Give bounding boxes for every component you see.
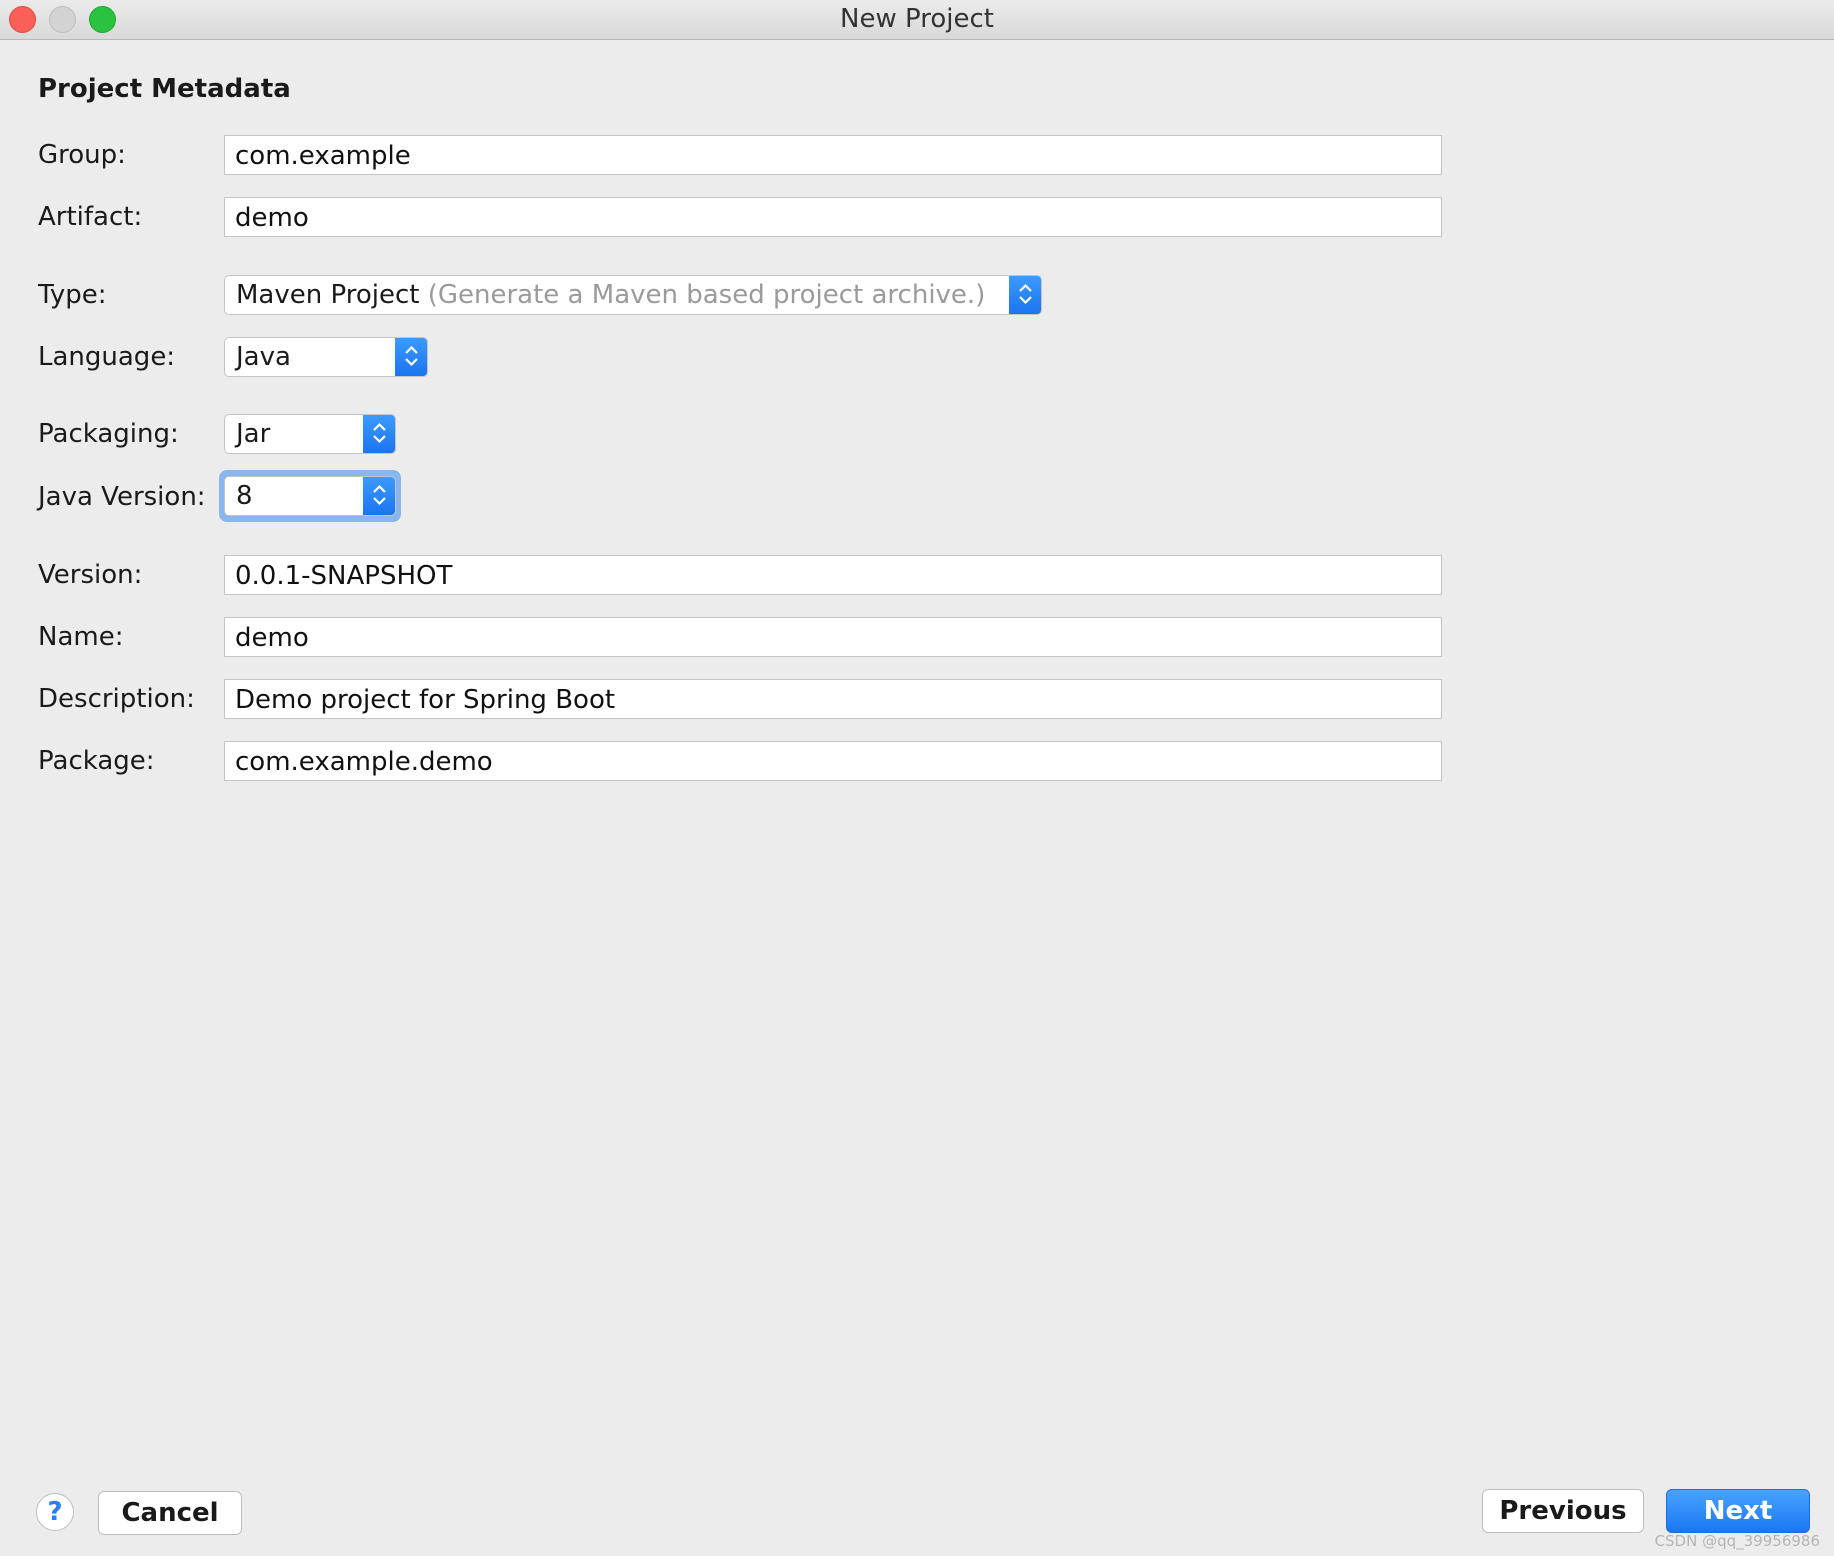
description-label: Description: xyxy=(38,684,195,714)
chevron-up-down-icon xyxy=(395,338,427,376)
window-titlebar: New Project xyxy=(0,0,1834,40)
artifact-field[interactable]: demo xyxy=(224,197,1442,237)
packaging-select[interactable]: Jar xyxy=(224,414,396,454)
next-button[interactable]: Next xyxy=(1666,1489,1810,1533)
version-field[interactable]: 0.0.1-SNAPSHOT xyxy=(224,555,1442,595)
description-field[interactable]: Demo project for Spring Boot xyxy=(224,679,1442,719)
group-label: Group: xyxy=(38,140,126,170)
type-select-value: Maven Project xyxy=(236,280,420,310)
language-select[interactable]: Java xyxy=(224,337,428,377)
package-label: Package: xyxy=(38,746,155,776)
section-title: Project Metadata xyxy=(38,74,291,104)
cancel-button[interactable]: Cancel xyxy=(98,1491,242,1535)
previous-button[interactable]: Previous xyxy=(1482,1489,1644,1533)
type-label: Type: xyxy=(38,280,107,310)
java-version-select[interactable]: 8 xyxy=(224,476,396,516)
language-select-value: Java xyxy=(236,342,291,372)
type-select-hint: (Generate a Maven based project archive.… xyxy=(427,280,986,310)
packaging-select-value: Jar xyxy=(236,419,271,449)
packaging-label: Packaging: xyxy=(38,419,179,449)
group-field[interactable]: com.example xyxy=(224,135,1442,175)
chevron-up-down-icon xyxy=(363,477,395,515)
name-field[interactable]: demo xyxy=(224,617,1442,657)
question-mark-icon: ? xyxy=(47,1497,63,1527)
type-select[interactable]: Maven Project (Generate a Maven based pr… xyxy=(224,275,1042,315)
version-label: Version: xyxy=(38,560,143,590)
package-field[interactable]: com.example.demo xyxy=(224,741,1442,781)
name-label: Name: xyxy=(38,622,124,652)
language-label: Language: xyxy=(38,342,176,372)
chevron-up-down-icon xyxy=(1009,276,1041,314)
window-title: New Project xyxy=(840,4,994,34)
watermark: CSDN @qq_39956986 xyxy=(1654,1532,1820,1550)
help-button[interactable]: ? xyxy=(36,1493,74,1531)
artifact-label: Artifact: xyxy=(38,202,143,232)
java-version-label: Java Version: xyxy=(38,482,206,512)
chevron-up-down-icon xyxy=(363,415,395,453)
java-version-select-value: 8 xyxy=(236,481,253,511)
